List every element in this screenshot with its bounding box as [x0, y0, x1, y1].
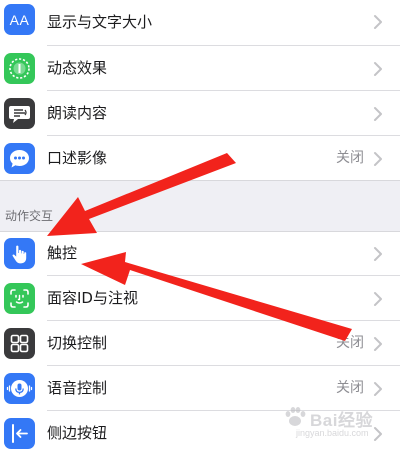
- row-label: 触控: [47, 244, 78, 262]
- paw-logo-icon: [285, 407, 306, 426]
- chevron-right-icon: [374, 382, 382, 396]
- row-spoken-content[interactable]: 朗读内容: [0, 91, 400, 136]
- watermark-url: jingyan.baidu.com: [296, 428, 369, 438]
- row-motion[interactable]: 动态效果: [0, 46, 400, 91]
- row-switch-control[interactable]: 切换控制 关闭: [0, 321, 400, 366]
- side-button-icon: [4, 418, 35, 449]
- row-label: 动态效果: [47, 59, 108, 77]
- row-label: 口述影像: [47, 149, 108, 167]
- row-value: 关闭: [336, 150, 364, 166]
- row-label: 切换控制: [47, 334, 108, 352]
- row-touch[interactable]: 触控: [0, 231, 400, 276]
- row-face-id-attention[interactable]: 面容ID与注视: [0, 276, 400, 321]
- row-label: 语音控制: [47, 379, 108, 397]
- row-label: 侧边按钮: [47, 424, 108, 442]
- display-settings-group: AA 显示与文字大小 动态效果 朗读内容 口述影像 关闭: [0, 0, 400, 181]
- chevron-right-icon: [374, 107, 382, 121]
- spoken-content-icon: [4, 98, 35, 129]
- face-id-icon: [4, 283, 35, 314]
- row-label: 面容ID与注视: [47, 289, 138, 307]
- touch-hand-icon: [4, 238, 35, 269]
- row-label: 显示与文字大小: [47, 13, 153, 31]
- switch-control-icon: [4, 328, 35, 359]
- chevron-right-icon: [374, 15, 382, 29]
- chevron-right-icon: [374, 62, 382, 76]
- chevron-right-icon: [374, 292, 382, 306]
- motion-icon: [4, 53, 35, 84]
- voice-control-icon: [4, 373, 35, 404]
- audio-descriptions-icon: [4, 143, 35, 174]
- chevron-right-icon: [374, 247, 382, 261]
- chevron-right-icon: [374, 152, 382, 166]
- row-audio-descriptions[interactable]: 口述影像 关闭: [0, 136, 400, 181]
- baidu-watermark: Bai经验 jingyan.baidu.com: [282, 404, 392, 444]
- chevron-right-icon: [374, 337, 382, 351]
- row-label: 朗读内容: [47, 104, 108, 122]
- text-size-icon: AA: [4, 4, 35, 35]
- row-display-text-size[interactable]: AA 显示与文字大小: [0, 0, 400, 46]
- row-value: 关闭: [336, 335, 364, 351]
- section-header-interaction: 动作交互: [5, 209, 54, 223]
- group-bottom-border: [0, 180, 400, 181]
